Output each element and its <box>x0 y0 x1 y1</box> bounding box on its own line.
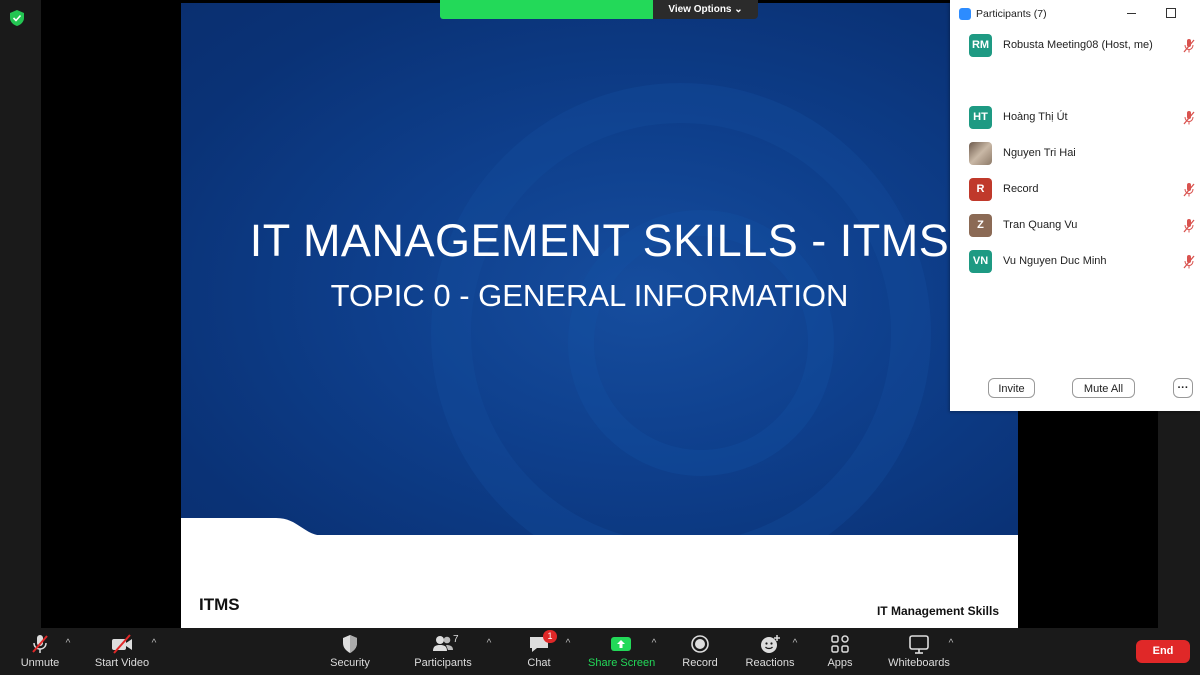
participant-name: Vu Nguyen Duc Minh <box>1003 255 1107 267</box>
avatar: Z <box>969 214 992 237</box>
whiteboards-label: Whiteboards <box>888 657 950 669</box>
shared-slide: IT MANAGEMENT SKILLS - ITMS TOPIC 0 - GE… <box>181 3 1018 629</box>
smiley-icon <box>761 635 780 653</box>
shield-icon <box>343 635 357 653</box>
microphone-muted-icon <box>32 635 48 653</box>
muted-mic-icon <box>1183 183 1195 197</box>
screen-share-indicator-bar[interactable] <box>440 0 653 19</box>
security-label: Security <box>330 657 370 669</box>
muted-mic-icon <box>1183 39 1195 53</box>
view-options-button[interactable]: View Options ⌄ <box>653 0 758 19</box>
whiteboards-options-caret[interactable]: ^ <box>946 638 956 649</box>
slide-footer-caption: IT Management Skills <box>876 604 999 618</box>
chat-label: Chat <box>527 657 551 669</box>
chat-unread-badge: 1 <box>543 630 557 643</box>
start-video-button[interactable]: Start Video <box>90 628 154 675</box>
record-icon <box>691 635 709 653</box>
participants-options-caret[interactable]: ^ <box>484 638 494 649</box>
avatar: VN <box>969 250 992 273</box>
slide-decoration <box>431 83 931 535</box>
muted-mic-icon <box>1183 255 1195 269</box>
encryption-shield-icon[interactable] <box>10 10 24 26</box>
invite-button[interactable]: Invite <box>988 378 1035 398</box>
record-button[interactable]: Record <box>678 628 722 675</box>
chat-button[interactable]: 1 Chat <box>519 628 559 675</box>
participant-row[interactable]: RM Robusta Meeting08 (Host, me) <box>950 28 1200 64</box>
participant-row[interactable]: VN Vu Nguyen Duc Minh <box>950 244 1200 280</box>
participants-panel-header: Participants (7) <box>950 0 1200 28</box>
muted-mic-icon <box>1183 219 1195 233</box>
security-button[interactable]: Security <box>325 628 375 675</box>
participant-row[interactable]: R Record <box>950 172 1200 208</box>
participant-name: Robusta Meeting08 (Host, me) <box>1003 39 1153 51</box>
participants-button[interactable]: 7 Participants <box>413 628 473 675</box>
start-video-label: Start Video <box>94 657 150 669</box>
reactions-options-caret[interactable]: ^ <box>790 638 800 649</box>
apps-grid-icon <box>831 635 849 653</box>
avatar: RM <box>969 34 992 57</box>
avatar: R <box>969 178 992 201</box>
unmute-button[interactable]: Unmute <box>12 628 68 675</box>
avatar <box>969 142 992 165</box>
reactions-label: Reactions <box>745 657 795 669</box>
muted-mic-icon <box>1183 111 1195 125</box>
participant-name: Nguyen Tri Hai <box>1003 147 1076 159</box>
whiteboards-button[interactable]: Whiteboards <box>884 628 954 675</box>
video-options-caret[interactable]: ^ <box>149 638 159 649</box>
pop-out-icon[interactable] <box>1166 8 1176 18</box>
meeting-toolbar: Unmute ^ Start Video ^ Security 7 Partic… <box>0 628 1200 675</box>
unmute-label: Unmute <box>20 657 60 669</box>
more-options-button[interactable]: ··· <box>1173 378 1193 398</box>
chat-options-caret[interactable]: ^ <box>563 638 573 649</box>
participant-row[interactable]: Z Tran Quang Vu <box>950 208 1200 244</box>
end-meeting-button[interactable]: End <box>1136 640 1190 663</box>
reactions-button[interactable]: Reactions <box>744 628 796 675</box>
participants-panel-title: Participants (7) <box>976 8 1047 20</box>
share-screen-icon <box>611 637 631 651</box>
participant-name: Tran Quang Vu <box>1003 219 1078 231</box>
participants-count: 7 <box>453 634 459 645</box>
slide-title: IT MANAGEMENT SKILLS - ITMS <box>249 215 950 266</box>
avatar: HT <box>969 106 992 129</box>
slide-footer-logo-text: ITMS <box>199 595 240 614</box>
record-label: Record <box>682 657 718 669</box>
share-screen-button[interactable]: Share Screen <box>588 628 656 675</box>
zoom-logo-icon <box>959 8 971 20</box>
participants-panel: Participants (7) RM Robusta Meeting08 (Ho… <box>950 0 1200 411</box>
participants-label: Participants <box>414 657 472 669</box>
video-off-icon <box>112 634 132 654</box>
slide-curve <box>181 518 1018 540</box>
apps-button[interactable]: Apps <box>822 628 858 675</box>
share-screen-label: Share Screen <box>588 657 656 669</box>
slide-subtitle: TOPIC 0 - GENERAL INFORMATION <box>330 278 849 313</box>
people-icon <box>433 636 453 651</box>
participant-row[interactable]: HT Hoàng Thị Út <box>950 100 1200 136</box>
minimize-icon[interactable] <box>1127 13 1136 14</box>
mute-all-button[interactable]: Mute All <box>1072 378 1135 398</box>
participant-name: Record <box>1003 183 1039 195</box>
apps-label: Apps <box>827 657 853 669</box>
participant-name: Hoàng Thị Út <box>1003 111 1068 123</box>
whiteboard-icon <box>909 635 929 654</box>
slide-background <box>181 3 1018 535</box>
share-options-caret[interactable]: ^ <box>649 638 659 649</box>
participant-row[interactable]: Nguyen Tri Hai <box>950 136 1200 172</box>
audio-options-caret[interactable]: ^ <box>63 638 73 649</box>
